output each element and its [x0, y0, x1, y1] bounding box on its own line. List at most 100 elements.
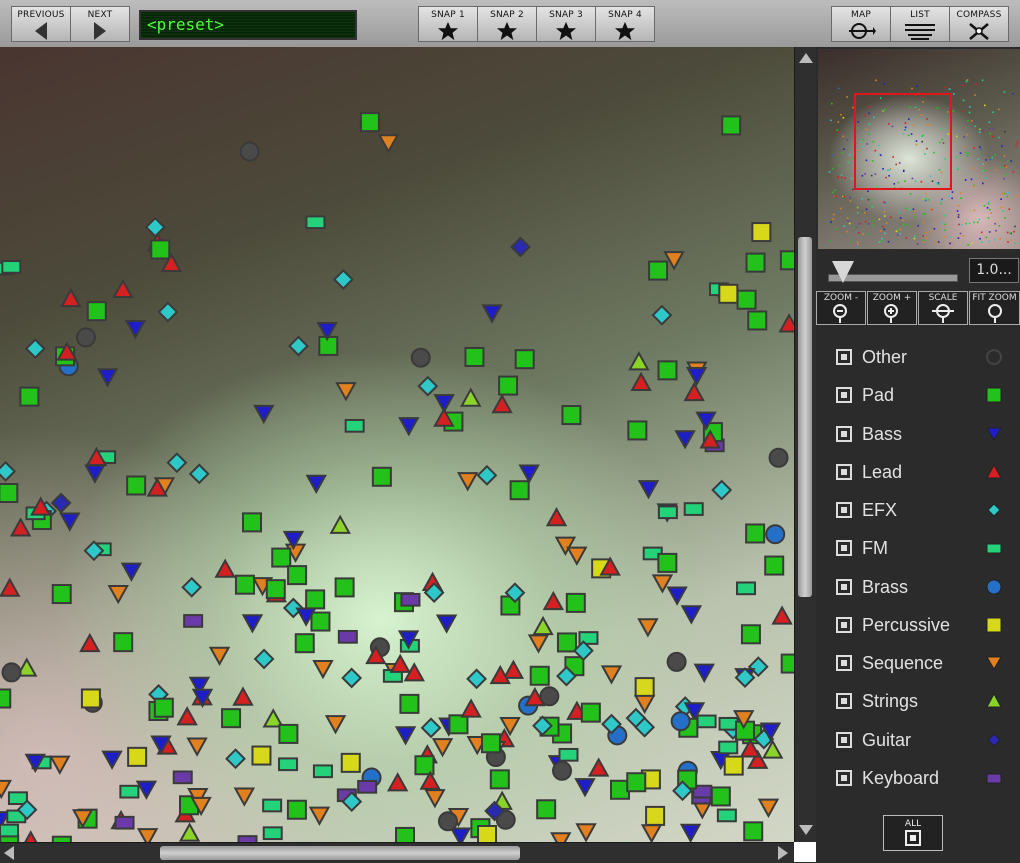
- toggle-checkbox[interactable]: [836, 464, 852, 480]
- toggle-checkbox[interactable]: [836, 579, 852, 595]
- toggle-checkbox[interactable]: [836, 617, 852, 633]
- lead-preset-marker[interactable]: [112, 278, 134, 299]
- sequence-preset-marker[interactable]: [186, 737, 208, 757]
- efx-preset-marker[interactable]: [144, 216, 166, 238]
- fm-preset-marker[interactable]: [119, 784, 140, 799]
- efx-preset-marker[interactable]: [188, 463, 210, 485]
- sequence-preset-marker[interactable]: [107, 584, 129, 605]
- pad-preset-marker[interactable]: [556, 632, 577, 653]
- sequence-preset-marker[interactable]: [335, 382, 357, 402]
- zoom-out-button[interactable]: ZOOM -: [816, 291, 866, 325]
- lead-preset-marker[interactable]: [683, 381, 705, 402]
- pad-preset-marker[interactable]: [113, 632, 134, 653]
- pad-preset-marker[interactable]: [721, 115, 742, 136]
- pad-preset-marker[interactable]: [399, 693, 420, 714]
- sequence-preset-marker[interactable]: [457, 472, 479, 492]
- pad-preset-marker[interactable]: [736, 289, 757, 310]
- legend-row-other[interactable]: Other: [834, 343, 1020, 373]
- zoom-value[interactable]: 1.0...: [969, 258, 1019, 283]
- fm-preset-marker[interactable]: [716, 808, 737, 823]
- keyboard-preset-marker[interactable]: [400, 592, 421, 607]
- lead-preset-marker[interactable]: [771, 605, 793, 625]
- scale-button[interactable]: SCALE: [918, 291, 968, 325]
- scroll-down-arrow-icon[interactable]: [799, 825, 813, 835]
- pad-preset-marker[interactable]: [51, 584, 72, 605]
- bass-preset-marker[interactable]: [120, 562, 143, 582]
- pad-preset-marker[interactable]: [580, 702, 601, 723]
- other-preset-marker[interactable]: [437, 811, 458, 832]
- snap-2-button[interactable]: SNAP 2: [477, 6, 537, 42]
- pad-preset-marker[interactable]: [234, 574, 255, 595]
- toggle-checkbox[interactable]: [836, 426, 852, 442]
- efx-preset-marker[interactable]: [288, 335, 309, 357]
- sequence-preset-marker[interactable]: [377, 134, 400, 154]
- toggle-checkbox[interactable]: [836, 655, 852, 671]
- pad-preset-marker[interactable]: [265, 579, 286, 600]
- percussive-preset-marker[interactable]: [340, 752, 361, 773]
- bass-preset-marker[interactable]: [305, 474, 327, 494]
- lead-preset-marker[interactable]: [214, 558, 236, 578]
- keyboard-preset-marker[interactable]: [357, 779, 378, 794]
- pad-preset-marker[interactable]: [310, 611, 331, 632]
- sequence-preset-marker[interactable]: [324, 715, 347, 735]
- bass-preset-marker[interactable]: [693, 663, 715, 683]
- efx-preset-marker[interactable]: [417, 375, 439, 397]
- legend-row-guitar[interactable]: Guitar: [834, 726, 1020, 756]
- pad-preset-marker[interactable]: [242, 512, 263, 533]
- fm-preset-marker[interactable]: [344, 418, 365, 433]
- previous-button[interactable]: PREVIOUS: [11, 6, 71, 42]
- bass-preset-marker[interactable]: [481, 304, 503, 324]
- other-preset-marker[interactable]: [239, 141, 260, 162]
- sequence-preset-marker[interactable]: [136, 828, 159, 842]
- efx-preset-marker[interactable]: [0, 460, 17, 482]
- lead-preset-marker[interactable]: [22, 830, 40, 842]
- percussive-preset-marker[interactable]: [634, 677, 655, 698]
- pad-preset-marker[interactable]: [0, 483, 19, 504]
- pad-preset-marker[interactable]: [294, 633, 315, 654]
- sequence-preset-marker[interactable]: [431, 738, 454, 758]
- pad-preset-marker[interactable]: [561, 405, 582, 426]
- sequence-preset-marker[interactable]: [640, 824, 663, 842]
- pad-preset-marker[interactable]: [745, 523, 766, 544]
- bass-preset-marker[interactable]: [679, 823, 702, 842]
- fm-preset-marker[interactable]: [1, 260, 22, 274]
- legend-row-strings[interactable]: Strings: [834, 687, 1020, 717]
- pad-preset-marker[interactable]: [626, 772, 647, 793]
- lead-preset-marker[interactable]: [9, 517, 32, 537]
- map-button[interactable]: MAP: [831, 6, 891, 42]
- fm-preset-marker[interactable]: [558, 747, 579, 762]
- lead-preset-marker[interactable]: [0, 577, 21, 597]
- sequence-preset-marker[interactable]: [575, 823, 597, 842]
- pad-preset-marker[interactable]: [764, 555, 785, 576]
- pad-preset-marker[interactable]: [509, 480, 530, 501]
- lead-preset-marker[interactable]: [232, 686, 254, 706]
- fm-preset-marker[interactable]: [305, 215, 326, 230]
- pad-preset-marker[interactable]: [627, 420, 648, 441]
- efx-preset-marker[interactable]: [466, 668, 488, 690]
- toggle-checkbox[interactable]: [836, 387, 852, 403]
- percussive-preset-marker[interactable]: [80, 688, 101, 709]
- minimap[interactable]: [818, 49, 1020, 249]
- lead-preset-marker[interactable]: [460, 698, 482, 718]
- pad-preset-marker[interactable]: [464, 346, 485, 367]
- keyboard-preset-marker[interactable]: [172, 770, 193, 785]
- fit-zoom-button[interactable]: FIT ZOOM: [969, 291, 1020, 325]
- pad-preset-marker[interactable]: [278, 723, 299, 744]
- pad-preset-marker[interactable]: [745, 252, 766, 273]
- bass-preset-marker[interactable]: [59, 512, 81, 532]
- pad-preset-marker[interactable]: [743, 821, 764, 842]
- sequence-preset-marker[interactable]: [600, 665, 623, 685]
- other-preset-marker[interactable]: [768, 447, 789, 468]
- other-preset-marker[interactable]: [75, 327, 96, 348]
- preset-map[interactable]: [0, 47, 794, 842]
- sequence-preset-marker[interactable]: [566, 546, 588, 566]
- pad-preset-marker[interactable]: [648, 260, 669, 281]
- efx-preset-marker[interactable]: [181, 576, 203, 598]
- pad-preset-marker[interactable]: [710, 786, 731, 807]
- efx-preset-marker[interactable]: [651, 304, 673, 326]
- next-button[interactable]: NEXT: [70, 6, 130, 42]
- other-preset-marker[interactable]: [666, 651, 687, 672]
- bass-preset-marker[interactable]: [685, 366, 708, 387]
- pad-preset-marker[interactable]: [414, 755, 435, 776]
- sequence-preset-marker[interactable]: [550, 832, 572, 842]
